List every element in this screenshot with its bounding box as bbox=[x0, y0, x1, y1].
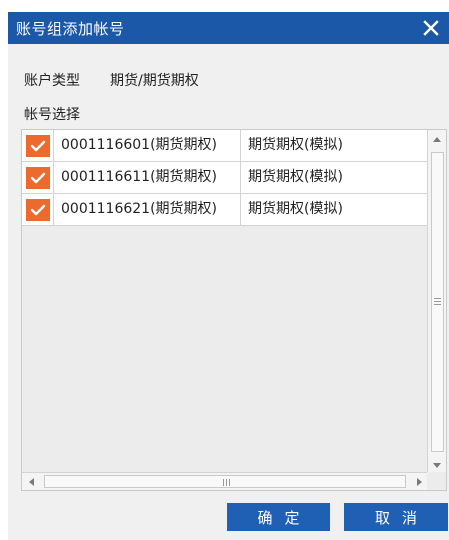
close-button[interactable] bbox=[413, 12, 449, 44]
horizontal-scrollbar[interactable] bbox=[22, 472, 428, 490]
account-checkbox[interactable] bbox=[25, 198, 50, 221]
account-type-label: 账户类型 bbox=[24, 73, 80, 89]
scroll-up-button[interactable] bbox=[428, 130, 446, 148]
arrow-up-icon bbox=[433, 136, 441, 142]
account-checkbox[interactable] bbox=[25, 166, 50, 189]
grip-line bbox=[226, 479, 227, 486]
account-type-cell: 期货期权(模拟) bbox=[248, 201, 343, 217]
dialog-title: 账号组添加帐号 bbox=[16, 20, 125, 38]
close-icon bbox=[423, 20, 439, 36]
account-number-cell: 0001116621(期货期权) bbox=[55, 194, 241, 225]
vertical-scrollbar[interactable] bbox=[427, 130, 446, 474]
grip-line bbox=[223, 479, 224, 486]
account-rows: 0001116601(期货期权) 期货期权(模拟) 0001116611(期货期… bbox=[22, 130, 427, 226]
row-check-cell[interactable] bbox=[22, 194, 54, 225]
account-type-value: 期货/期货期权 bbox=[110, 73, 199, 89]
scrollbar-corner bbox=[427, 472, 446, 490]
grip-line bbox=[434, 304, 441, 305]
row-check-cell[interactable] bbox=[22, 130, 54, 161]
account-row[interactable]: 0001116601(期货期权) 期货期权(模拟) bbox=[22, 130, 427, 162]
account-row[interactable]: 0001116621(期货期权) 期货期权(模拟) bbox=[22, 194, 427, 226]
confirm-button[interactable]: 确定 bbox=[227, 503, 330, 531]
account-checkbox[interactable] bbox=[25, 134, 50, 157]
arrow-down-icon bbox=[433, 462, 441, 468]
cancel-button[interactable]: 取消 bbox=[344, 503, 448, 531]
account-select-label: 帐号选择 bbox=[24, 107, 80, 123]
arrow-right-icon bbox=[416, 477, 422, 486]
add-account-dialog: 账号组添加帐号 账户类型 期货/期货期权 帐号选择 0001116601(期货期… bbox=[8, 12, 449, 540]
grip-line bbox=[229, 479, 230, 486]
row-check-cell[interactable] bbox=[22, 162, 54, 193]
grip-line bbox=[434, 298, 441, 299]
account-type-cell: 期货期权(模拟) bbox=[248, 169, 343, 185]
account-type-cell: 期货期权(模拟) bbox=[248, 137, 343, 153]
title-bar: 账号组添加帐号 bbox=[8, 12, 449, 44]
account-list[interactable]: 0001116601(期货期权) 期货期权(模拟) 0001116611(期货期… bbox=[21, 129, 447, 491]
grip-line bbox=[434, 301, 441, 302]
vertical-scroll-thumb[interactable] bbox=[431, 152, 444, 452]
account-number-cell: 0001116611(期货期权) bbox=[55, 162, 241, 193]
checkmark-icon bbox=[30, 140, 45, 151]
horizontal-scroll-thumb[interactable] bbox=[44, 475, 406, 488]
checkmark-icon bbox=[30, 204, 45, 215]
account-row[interactable]: 0001116611(期货期权) 期货期权(模拟) bbox=[22, 162, 427, 194]
scroll-left-button[interactable] bbox=[22, 473, 40, 490]
scroll-right-button[interactable] bbox=[410, 473, 428, 490]
account-number-cell: 0001116601(期货期权) bbox=[55, 130, 241, 161]
arrow-left-icon bbox=[28, 477, 34, 486]
checkmark-icon bbox=[30, 172, 45, 183]
